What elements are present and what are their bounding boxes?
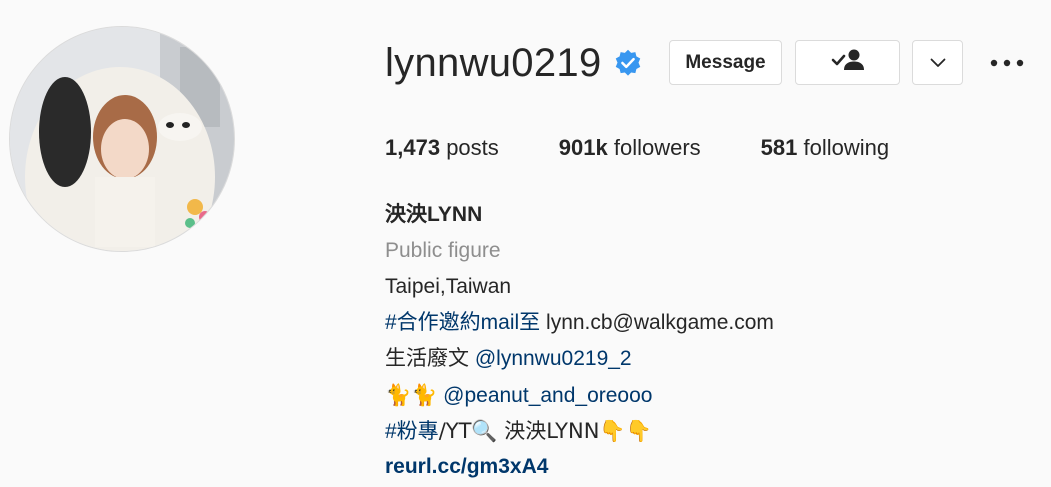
bio-text: 生活廢文 [385,347,475,370]
hashtag-link[interactable]: #粉專 [385,420,439,443]
avatar-photo [10,27,234,251]
bio-contact-line: #合作邀約mail至 lynn.cb@walkgame.com [385,305,774,341]
posts-label: posts [446,135,499,160]
following-stat[interactable]: 581 following [761,133,889,163]
avatar[interactable] [9,26,235,252]
mention-link[interactable]: @lynnwu0219_2 [475,347,632,370]
profile-bio: 泱泱LYNN Public figure Taipei,Taiwan #合作邀約… [385,197,774,485]
message-button[interactable]: Message [669,40,782,85]
bio-secondary-account-line: 生活廢文 @lynnwu0219_2 [385,341,774,377]
followers-stat[interactable]: 901k followers [559,133,701,163]
suggested-dropdown-button[interactable] [912,40,963,85]
message-button-label: Message [685,51,766,73]
posts-count: 1,473 [385,135,441,160]
more-options-button[interactable] [987,48,1027,78]
profile-stats: 1,473 posts 901k followers 581 following [385,133,949,163]
bio-email-text: lynn.cb@walkgame.com [540,311,774,334]
followers-count: 901k [558,135,608,160]
following-label: following [803,135,890,160]
chevron-down-icon [930,52,946,74]
followers-label: followers [613,135,701,160]
hashtag-link[interactable]: #合作邀約mail至 [385,311,540,334]
cat-emoji-icon: 🐈🐈 [385,383,438,407]
full-name: 泱泱LYNN [385,203,483,226]
website-link[interactable]: reurl.cc/gm3xA4 [385,449,774,485]
mention-link[interactable]: @peanut_and_oreooo [443,384,652,407]
location-text: Taipei,Taiwan [385,275,512,298]
verified-badge-icon [614,49,642,77]
following-button[interactable] [795,40,900,85]
more-horizontal-icon [990,54,1024,72]
following-count: 581 [760,135,798,160]
profile-avatar-wrapper[interactable] [9,26,235,252]
bio-fanpage-line: #粉專/YT🔍 泱泱LYNN👇👇 [385,413,774,449]
person-check-icon [831,48,865,78]
bio-text: /YT🔍 泱泱LYNN👇👇 [438,419,652,443]
username: lynnwu0219 [385,41,602,85]
bio-pets-line: 🐈🐈 @peanut_and_oreooo [385,377,774,413]
posts-stat: 1,473 posts [385,133,499,163]
category-label: Public figure [385,239,501,262]
profile-header: lynnwu0219 [385,40,642,86]
